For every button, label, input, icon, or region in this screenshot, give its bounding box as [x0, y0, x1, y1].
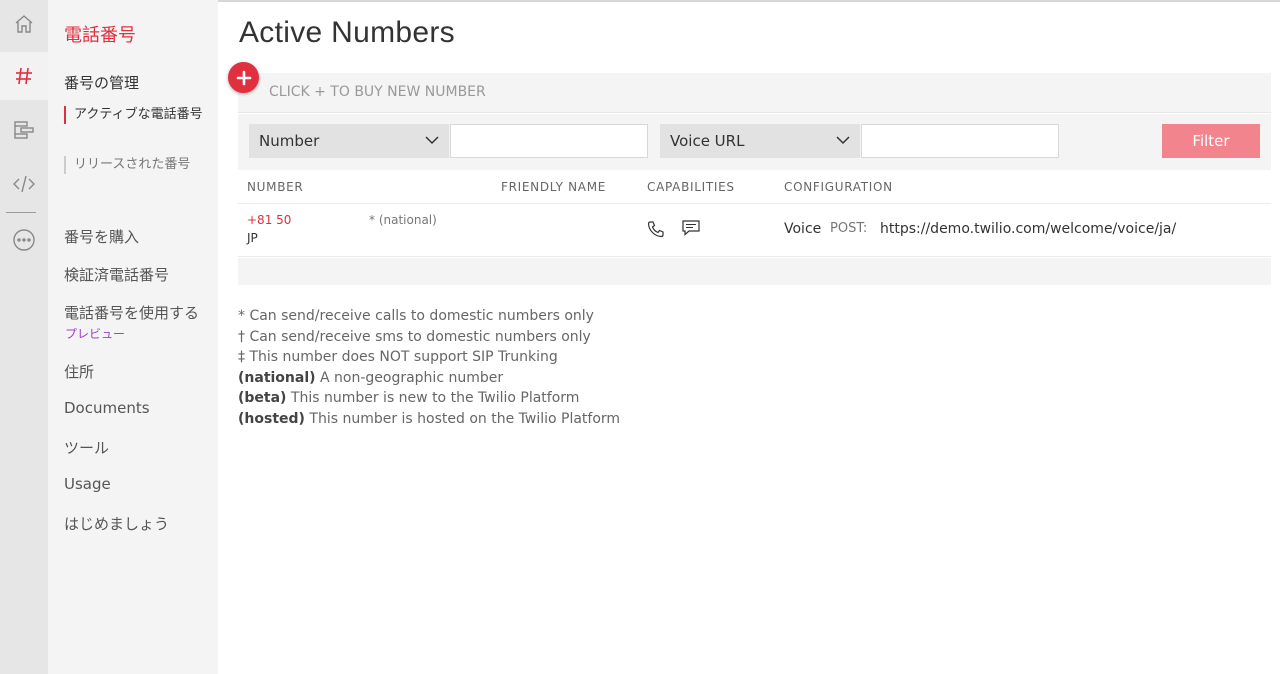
legend-tag: (beta) — [238, 390, 287, 406]
buy-number-hint: CLICK + TO BUY NEW NUMBER — [269, 84, 486, 100]
preview-badge: プレビュー — [65, 327, 126, 341]
add-number-button[interactable] — [228, 62, 259, 93]
sidebar-item-released-numbers[interactable]: リリースされた番号 — [64, 156, 214, 174]
phone-number-link[interactable]: +81 50 — [247, 213, 291, 227]
sidebar-item-tools[interactable]: ツール — [64, 437, 109, 458]
filter-value-input-1[interactable] — [450, 124, 648, 158]
legend-item-no-sip: ‡ This number does NOT support SIP Trunk… — [238, 347, 620, 368]
more-icon[interactable] — [0, 216, 48, 264]
table-footer — [238, 258, 1271, 285]
chevron-down-icon — [836, 136, 850, 145]
sms-icon — [682, 220, 700, 236]
sidebar-item-active-numbers[interactable]: アクティブな電話番号 — [64, 106, 214, 124]
sidebar-title[interactable]: 電話番号 — [64, 21, 136, 47]
config-type: Voice — [784, 221, 822, 237]
icon-rail — [0, 0, 48, 674]
main-content: Active Numbers CLICK + TO BUY NEW NUMBER… — [218, 0, 1280, 674]
sidebar-item-use-numbers[interactable]: 電話番号を使用する — [64, 302, 199, 323]
legend-text: A non-geographic number — [315, 369, 504, 386]
sidebar-item-addresses[interactable]: 住所 — [64, 361, 94, 382]
sidebar-item-usage[interactable]: Usage — [64, 475, 111, 493]
legend-text: † Can send/receive sms to domestic numbe… — [238, 328, 591, 345]
filter-value-input-2[interactable] — [861, 124, 1059, 158]
filter-button[interactable]: Filter — [1162, 124, 1260, 158]
legend-item-beta: (beta) This number is new to the Twilio … — [238, 388, 620, 409]
code-icon[interactable] — [0, 160, 48, 208]
column-header-capabilities: CAPABILITIES — [647, 180, 735, 194]
sidebar-item-buy-number[interactable]: 番号を購入 — [64, 226, 139, 247]
legend-text: ‡ This number does NOT support SIP Trunk… — [238, 349, 558, 365]
filter-field-select-2[interactable]: Voice URL — [660, 124, 860, 158]
column-header-configuration: CONFIGURATION — [784, 180, 893, 194]
legend-tag: (national) — [238, 369, 316, 386]
filter-field-select-1[interactable]: Number — [249, 124, 449, 158]
legend-text: This number is hosted on the Twilio Plat… — [304, 410, 621, 427]
filter-field-select-2-label: Voice URL — [670, 132, 745, 150]
flow-icon[interactable] — [0, 106, 48, 154]
sidebar-item-verified-numbers[interactable]: 検証済電話番号 — [64, 264, 169, 285]
page-title: Active Numbers — [239, 16, 455, 49]
legend-item-domestic-sms: † Can send/receive sms to domestic numbe… — [238, 327, 620, 348]
plus-icon — [236, 70, 251, 85]
country-code: JP — [247, 231, 258, 245]
legend-item-domestic-calls: * Can send/receive calls to domestic num… — [238, 306, 620, 327]
rail-divider — [6, 212, 36, 213]
column-header-number: NUMBER — [247, 180, 304, 194]
legend: * Can send/receive calls to domestic num… — [238, 306, 620, 429]
number-type-note: * (national) — [369, 213, 437, 227]
hash-icon[interactable] — [0, 52, 48, 100]
legend-tag: (hosted) — [238, 410, 305, 427]
config-method: POST: — [830, 221, 868, 236]
home-icon[interactable] — [0, 0, 48, 48]
phone-icon — [647, 221, 664, 238]
sidebar-item-getting-started[interactable]: はじめましょう — [64, 513, 169, 534]
legend-text: This number is new to the Twilio Platfor… — [286, 390, 580, 406]
sidebar: 電話番号 番号の管理 アクティブな電話番号 リリースされた番号 番号を購入 検証… — [48, 0, 218, 674]
sidebar-item-documents[interactable]: Documents — [64, 399, 150, 417]
legend-text: * Can send/receive calls to domestic num… — [238, 308, 594, 324]
filter-field-select-1-label: Number — [259, 132, 320, 150]
legend-item-national: (national) A non-geographic number — [238, 368, 620, 389]
column-header-friendly-name: FRIENDLY NAME — [501, 180, 607, 194]
config-url[interactable]: https://demo.twilio.com/welcome/voice/ja… — [880, 221, 1176, 237]
legend-item-hosted: (hosted) This number is hosted on the Tw… — [238, 409, 620, 430]
sidebar-section-manage[interactable]: 番号の管理 — [64, 72, 139, 93]
chevron-down-icon — [425, 136, 439, 145]
